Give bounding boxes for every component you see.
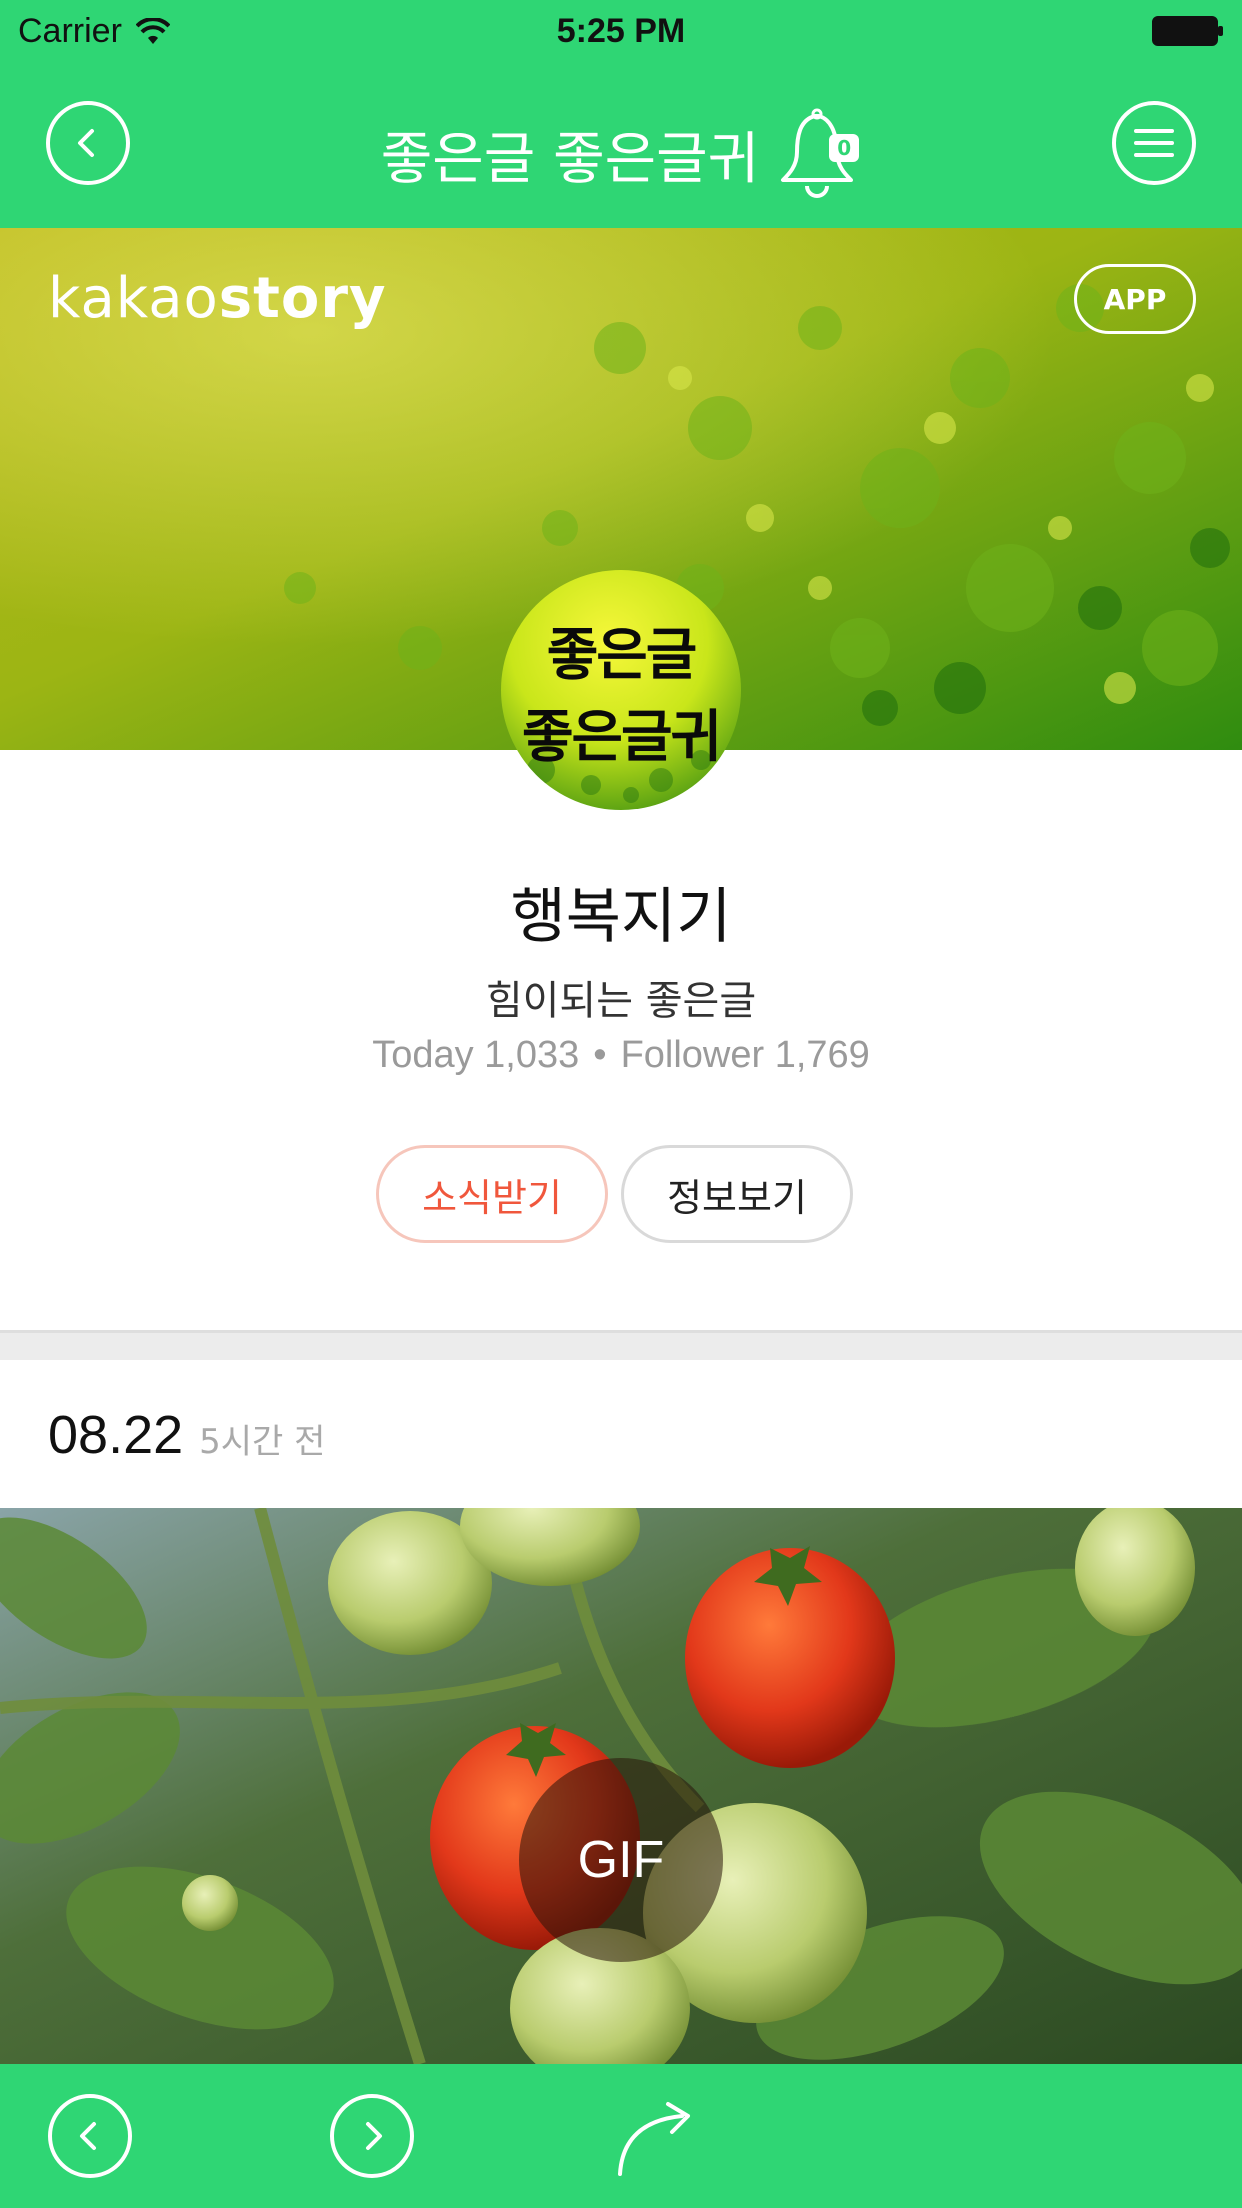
today-count: Today 1,033 — [372, 1034, 580, 1076]
top-bar: Carrier 5:25 PM 좋은글 좋은글귀 0 — [0, 0, 1242, 228]
brand-light: kakao — [48, 266, 219, 331]
view-info-button[interactable]: 정보보기 — [621, 1145, 853, 1243]
subscribe-button[interactable]: 소식받기 — [376, 1145, 608, 1243]
bottom-toolbar — [0, 2064, 1242, 2208]
battery-icon — [1152, 16, 1223, 46]
page-title: 좋은글 좋은글귀 — [380, 126, 760, 192]
nav-title: 좋은글 좋은글귀 0 — [0, 108, 1242, 200]
follower-count: Follower 1,769 — [620, 1034, 870, 1076]
post-date: 08.22 — [48, 1405, 184, 1465]
avatar-line2: 좋은글귀 — [521, 705, 722, 770]
profile-stats: Today 1,033 • Follower 1,769 — [0, 1034, 1242, 1077]
profile-tagline: 힘이되는 좋은글 — [485, 978, 757, 1024]
prev-icon — [80, 2122, 96, 2150]
avatar-line1: 좋은글 — [546, 623, 698, 688]
section-divider — [0, 1330, 1242, 1360]
profile-name: 행복지기 — [510, 882, 732, 952]
next-button[interactable] — [330, 2094, 414, 2178]
status-bar: Carrier 5:25 PM — [0, 0, 1242, 62]
post-image[interactable]: GIF — [0, 1508, 1242, 2064]
avatar[interactable]: 좋은글 좋은글귀 — [501, 570, 741, 810]
menu-icon — [1134, 129, 1174, 157]
previous-button[interactable] — [48, 2094, 132, 2178]
app-button[interactable]: APP — [1074, 264, 1196, 334]
notification-count: 0 — [829, 134, 860, 162]
kakaostory-logo: kakaostory — [48, 266, 387, 331]
brand-bold: story — [218, 266, 387, 331]
share-icon[interactable] — [612, 2100, 702, 2180]
post-time-ago: 5시간 전 — [199, 1422, 326, 1462]
menu-button[interactable] — [1112, 101, 1196, 185]
next-icon — [366, 2122, 382, 2150]
notification-bell[interactable]: 0 — [777, 108, 861, 200]
stats-separator: • — [593, 1034, 607, 1076]
status-time: 5:25 PM — [556, 12, 686, 50]
gif-badge[interactable]: GIF — [519, 1758, 723, 1962]
post-header: 08.22 5시간 전 — [48, 1404, 325, 1466]
